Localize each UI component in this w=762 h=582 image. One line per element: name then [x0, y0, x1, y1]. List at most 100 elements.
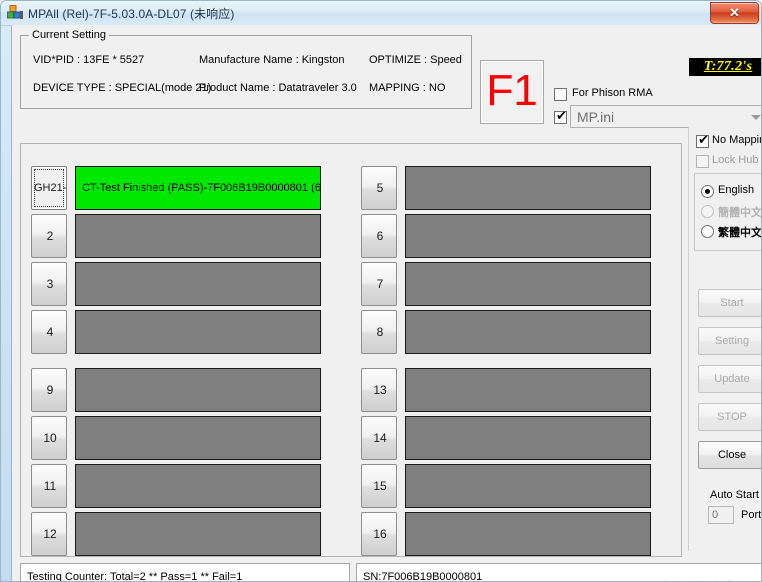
- port-button-11[interactable]: 11: [31, 464, 67, 508]
- port-status-cell: [405, 368, 651, 412]
- testing-counter-bar: Testing Counter: Total=2 ** Pass=1 ** Fa…: [20, 563, 350, 581]
- port-number-label: GH21-1: [34, 182, 67, 194]
- application-window: MPAll (Rel)-7F-5.03.0A-DL07 (未响应) ✕ Curr…: [0, 0, 762, 582]
- language-radio-english[interactable]: [701, 185, 714, 198]
- port-row: 9: [31, 368, 323, 412]
- port-number-label: 7: [376, 277, 384, 291]
- port-status-cell: [405, 310, 651, 354]
- port-row: GH21-1 CT-Test Finished (PASS)-7F006B19B0…: [31, 166, 323, 210]
- window-title: MPAll (Rel)-7F-5.03.0A-DL07 (未响应): [28, 7, 235, 21]
- language-label-simplified-chinese: 簡體中文: [718, 206, 762, 219]
- elapsed-timer: T:77.2's: [689, 58, 761, 76]
- port-number-label: 6: [376, 229, 384, 243]
- port-number-label: 10: [43, 431, 57, 445]
- port-button-3[interactable]: 3: [31, 262, 67, 306]
- for-phison-rma-label: For Phison RMA: [572, 87, 653, 99]
- close-icon: ✕: [729, 5, 740, 20]
- port-number-label: 11: [43, 479, 57, 493]
- port-button-10[interactable]: 10: [31, 416, 67, 460]
- port-button-8[interactable]: 8: [361, 310, 397, 354]
- port-status-cell: [405, 214, 651, 258]
- port-number-label: 12: [43, 527, 57, 541]
- port-button-14[interactable]: 14: [361, 416, 397, 460]
- close-window-button[interactable]: ✕: [710, 2, 759, 24]
- language-radio-simplified-chinese: [701, 205, 714, 218]
- port-row: 7: [361, 262, 653, 306]
- port-row: 5: [361, 166, 653, 210]
- port-status-cell: [75, 262, 321, 306]
- port-button-13[interactable]: 13: [361, 368, 397, 412]
- port-button-9[interactable]: 9: [31, 368, 67, 412]
- no-mapping-label: No Mapping: [712, 134, 761, 146]
- port-button-12[interactable]: 12: [31, 512, 67, 556]
- port-status-cell: [405, 512, 651, 556]
- no-mapping-checkbox[interactable]: ✔: [696, 133, 709, 148]
- ini-file-checkbox[interactable]: ✔: [554, 109, 567, 124]
- port-status-cell: [75, 310, 321, 354]
- port-number-label: 3: [46, 277, 54, 291]
- title-bar[interactable]: MPAll (Rel)-7F-5.03.0A-DL07 (未响应) ✕: [1, 1, 761, 26]
- port-row: 6: [361, 214, 653, 258]
- setting-button: Setting: [698, 327, 761, 355]
- stop-button: STOP: [698, 403, 761, 431]
- lock-hub-label: Lock Hub: [712, 154, 759, 166]
- port-status-cell: [405, 166, 651, 210]
- port-number-label: 15: [373, 479, 387, 493]
- port-row: 2: [31, 214, 323, 258]
- lock-hub-checkbox: [696, 155, 709, 168]
- ini-file-combobox[interactable]: MP.ini: [570, 105, 761, 128]
- port-number-label: 8: [376, 325, 384, 339]
- port-status-cell: [405, 464, 651, 508]
- port-number-label: 13: [373, 383, 387, 397]
- port-button-4[interactable]: 4: [31, 310, 67, 354]
- for-phison-rma-checkbox[interactable]: [554, 88, 567, 101]
- port-button-16[interactable]: 16: [361, 512, 397, 556]
- port-status-cell: [75, 512, 321, 556]
- port-row: 3: [31, 262, 323, 306]
- auto-start-label: Auto Start: [710, 489, 759, 501]
- port-number-label: 2: [46, 229, 54, 243]
- language-label-traditional-chinese: 繁體中文: [718, 226, 762, 239]
- language-label-english: English: [718, 184, 755, 196]
- port-status-cell: [75, 214, 321, 258]
- port-row: 14: [361, 416, 653, 460]
- client-inner: Current Setting VID*PID : 13FE * 5527 DE…: [12, 25, 762, 581]
- function-key-label: F1: [486, 66, 538, 115]
- port-row: 8: [361, 310, 653, 354]
- port-status-cell: [75, 368, 321, 412]
- manufacture-name-value: Manufacture Name : Kingston: [199, 54, 345, 66]
- port-button-15[interactable]: 15: [361, 464, 397, 508]
- function-key-indicator: F1: [480, 60, 544, 124]
- port-number-label: 5: [376, 181, 384, 195]
- language-radio-traditional-chinese[interactable]: [701, 225, 714, 238]
- port-button-2[interactable]: 2: [31, 214, 67, 258]
- device-type-value: DEVICE TYPE : SPECIAL(mode 21): [33, 82, 212, 94]
- optimize-value: OPTIMIZE : Speed: [369, 54, 462, 66]
- current-setting-group: Current Setting VID*PID : 13FE * 5527 DE…: [20, 29, 472, 109]
- port-status-cell: [75, 464, 321, 508]
- update-button: Update: [698, 365, 761, 393]
- port-status-cell: [405, 416, 651, 460]
- port-row: 11: [31, 464, 323, 508]
- auto-start-unit-label: Ports: [741, 509, 762, 521]
- client-area: Current Setting VID*PID : 13FE * 5527 DE…: [11, 25, 762, 581]
- port-button-5[interactable]: 5: [361, 166, 397, 210]
- app-blocks-icon: [7, 5, 24, 21]
- vid-pid-value: VID*PID : 13FE * 5527: [33, 54, 145, 66]
- port-row: 12: [31, 512, 323, 556]
- checkmark-icon: ✔: [556, 109, 567, 124]
- port-row: 16: [361, 512, 653, 556]
- port-number-label: 14: [373, 431, 387, 445]
- port-button-6[interactable]: 6: [361, 214, 397, 258]
- close-button[interactable]: Close: [698, 441, 761, 469]
- current-setting-legend: Current Setting: [29, 29, 109, 41]
- chevron-down-icon[interactable]: [747, 107, 761, 128]
- port-row: 15: [361, 464, 653, 508]
- ini-file-value: MP.ini: [577, 109, 615, 125]
- ports-panel: GH21-1 CT-Test Finished (PASS)-7F006B19B0…: [20, 143, 682, 557]
- port-button-7[interactable]: 7: [361, 262, 397, 306]
- port-number-label: 4: [46, 325, 54, 339]
- port-button-gh21-1[interactable]: GH21-1: [31, 166, 67, 210]
- checkmark-icon: ✔: [698, 133, 709, 148]
- auto-start-ports-input[interactable]: 0: [708, 506, 734, 524]
